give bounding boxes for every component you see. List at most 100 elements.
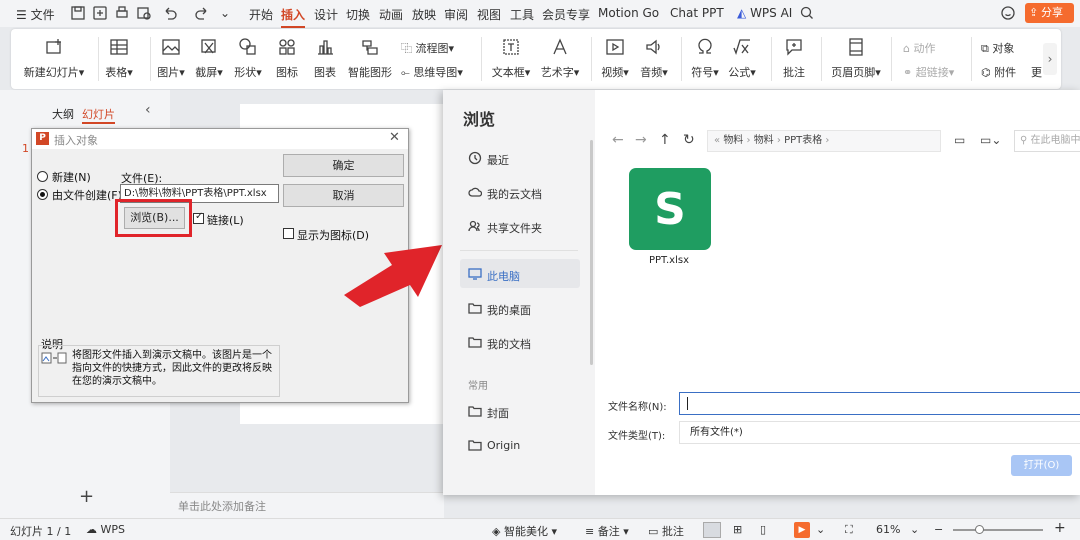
tab-outline[interactable]: 大纲: [52, 106, 74, 122]
zoom-out-button[interactable]: −: [934, 523, 943, 536]
fit-window-icon[interactable]: ⛶: [845, 523, 853, 537]
smartart-button[interactable]: 智能图形: [340, 37, 400, 80]
zoom-slider[interactable]: [953, 529, 1043, 531]
display-icon-checkbox[interactable]: [283, 228, 294, 239]
undo-icon[interactable]: [162, 5, 178, 21]
tab-design[interactable]: 设计: [314, 6, 338, 23]
zoom-slider-thumb[interactable]: [975, 525, 984, 534]
tab-animation[interactable]: 动画: [379, 6, 403, 23]
slide-number: 1: [22, 142, 29, 155]
view-mode-icon[interactable]: ▭⌄: [980, 133, 1001, 147]
wps-ai-button[interactable]: ◭ WPS AI: [737, 6, 792, 20]
breadcrumb-item[interactable]: 物料: [754, 135, 774, 146]
smiley-icon[interactable]: [1000, 5, 1016, 21]
tab-motion-go[interactable]: Motion Go: [598, 6, 659, 20]
speaker-icon: [646, 39, 660, 55]
normal-view-icon[interactable]: [703, 522, 721, 538]
tab-home[interactable]: 开始: [249, 6, 273, 23]
wps-status[interactable]: ☁ WPS: [86, 523, 125, 536]
radio-from-file[interactable]: [37, 189, 48, 200]
common-section-label: 常用: [468, 381, 488, 392]
radio-new[interactable]: [37, 171, 48, 182]
forward-icon[interactable]: →: [635, 132, 647, 148]
attachment-button[interactable]: ⌬ 附件: [981, 64, 1016, 80]
cancel-button[interactable]: 取消: [283, 184, 404, 207]
computer-icon: [468, 268, 482, 280]
tab-slides[interactable]: 幻灯片: [82, 106, 115, 124]
zoom-dropdown[interactable]: ⌄: [910, 523, 919, 536]
filetype-label: 文件类型(T):: [608, 431, 666, 442]
tab-member[interactable]: 会员专享: [542, 6, 590, 23]
flowchart-button[interactable]: ⿻ 流程图▾: [401, 40, 454, 56]
file-name-label[interactable]: PPT.xlsx: [649, 255, 689, 266]
search-icon[interactable]: [799, 5, 815, 21]
tab-view[interactable]: 视图: [477, 6, 501, 23]
search-field[interactable]: ⚲ 在此电脑中: [1014, 130, 1080, 152]
tab-transition[interactable]: 切换: [346, 6, 370, 23]
new-slide-button[interactable]: 新建幻灯片▾: [11, 37, 97, 80]
ribbon-scroll-right[interactable]: ›: [1043, 43, 1057, 75]
pointer-arrow-icon: [344, 245, 442, 307]
table-button[interactable]: 表格▾: [89, 37, 149, 80]
ok-button[interactable]: 确定: [283, 154, 404, 177]
breadcrumb-item[interactable]: PPT表格: [784, 135, 822, 146]
beautify-button[interactable]: ◈ 智能美化 ▾: [492, 523, 557, 539]
export-icon[interactable]: [92, 5, 108, 21]
filetype-select[interactable]: 所有文件(*): [679, 421, 1080, 444]
up-icon[interactable]: ↑: [659, 132, 671, 148]
sidebar-scrollbar[interactable]: [590, 140, 593, 365]
comment-toggle[interactable]: ▭ 批注: [648, 523, 684, 539]
refresh-icon[interactable]: ↻: [683, 132, 695, 148]
collapse-panel-icon[interactable]: ‹: [145, 102, 151, 118]
breadcrumb-item[interactable]: 物料: [723, 135, 743, 146]
reading-view-icon[interactable]: ▯: [760, 523, 766, 536]
notes-toggle[interactable]: ≡ 备注 ▾: [585, 523, 629, 539]
wps-ai-icon: ◭: [737, 6, 747, 20]
preview-icon[interactable]: [136, 5, 152, 21]
notes-pane[interactable]: 单击此处添加备注: [170, 492, 444, 518]
play-options[interactable]: ⌄: [816, 523, 825, 536]
file-menu[interactable]: ☰ 文件: [16, 6, 55, 23]
from-file-label: 由文件创建(F): [52, 189, 122, 202]
save-icon[interactable]: [70, 5, 86, 21]
link-checkbox[interactable]: ✓: [193, 211, 204, 224]
status-bar: 幻灯片 1 / 1 ☁ WPS ◈ 智能美化 ▾ ≡ 备注 ▾ ▭ 批注 ⊞ ▯…: [0, 518, 1080, 540]
tab-chat-ppt[interactable]: Chat PPT: [670, 6, 724, 20]
slide-counter: 幻灯片 1 / 1: [10, 525, 72, 538]
mindmap-icon: ⟜: [401, 66, 410, 79]
header-footer-button[interactable]: 页眉页脚▾: [826, 37, 886, 80]
tab-review[interactable]: 审阅: [444, 6, 468, 23]
redo-icon[interactable]: [194, 5, 210, 21]
print-icon[interactable]: [114, 5, 130, 21]
tab-insert[interactable]: 插入: [281, 6, 306, 28]
svg-text:S: S: [654, 184, 686, 235]
zoom-in-button[interactable]: +: [1054, 520, 1066, 536]
excel-file-icon[interactable]: S: [629, 168, 711, 250]
filename-label: 文件名称(N):: [608, 402, 667, 413]
comment-button[interactable]: 批注: [764, 37, 824, 80]
new-folder-icon[interactable]: ▭: [954, 133, 965, 147]
sorter-view-icon[interactable]: ⊞: [733, 523, 742, 536]
mindmap-button[interactable]: ⟜ 思维导图▾: [401, 64, 463, 80]
open-button[interactable]: 打开(O): [1011, 455, 1072, 476]
back-icon[interactable]: ←: [612, 132, 624, 148]
hyperlink-button[interactable]: ⚭ 超链接▾: [903, 64, 954, 80]
action-button[interactable]: ⌂ 动作: [903, 40, 935, 56]
zoom-level[interactable]: 61%: [876, 523, 900, 536]
play-icon[interactable]: ▶: [794, 522, 810, 538]
folder-icon: [468, 440, 482, 451]
share-button[interactable]: ⇪ 分享: [1025, 3, 1074, 23]
formula-button[interactable]: 公式▾: [712, 37, 772, 80]
comment-status-icon: ▭: [648, 525, 659, 538]
wordart-button[interactable]: 艺术字▾: [530, 37, 590, 80]
tab-slideshow[interactable]: 放映: [412, 6, 436, 23]
close-icon[interactable]: ✕: [389, 130, 400, 145]
tab-tools[interactable]: 工具: [510, 6, 534, 23]
add-slide-button[interactable]: +: [79, 486, 94, 507]
new-slide-icon: [46, 39, 61, 54]
browse-button[interactable]: 浏览(B)...: [124, 207, 185, 229]
filename-input[interactable]: [679, 392, 1080, 415]
linked-picture-icon: [41, 352, 67, 364]
quick-access-more[interactable]: ⌄: [220, 6, 230, 20]
object-button[interactable]: ⧉ 对象: [981, 40, 1014, 56]
